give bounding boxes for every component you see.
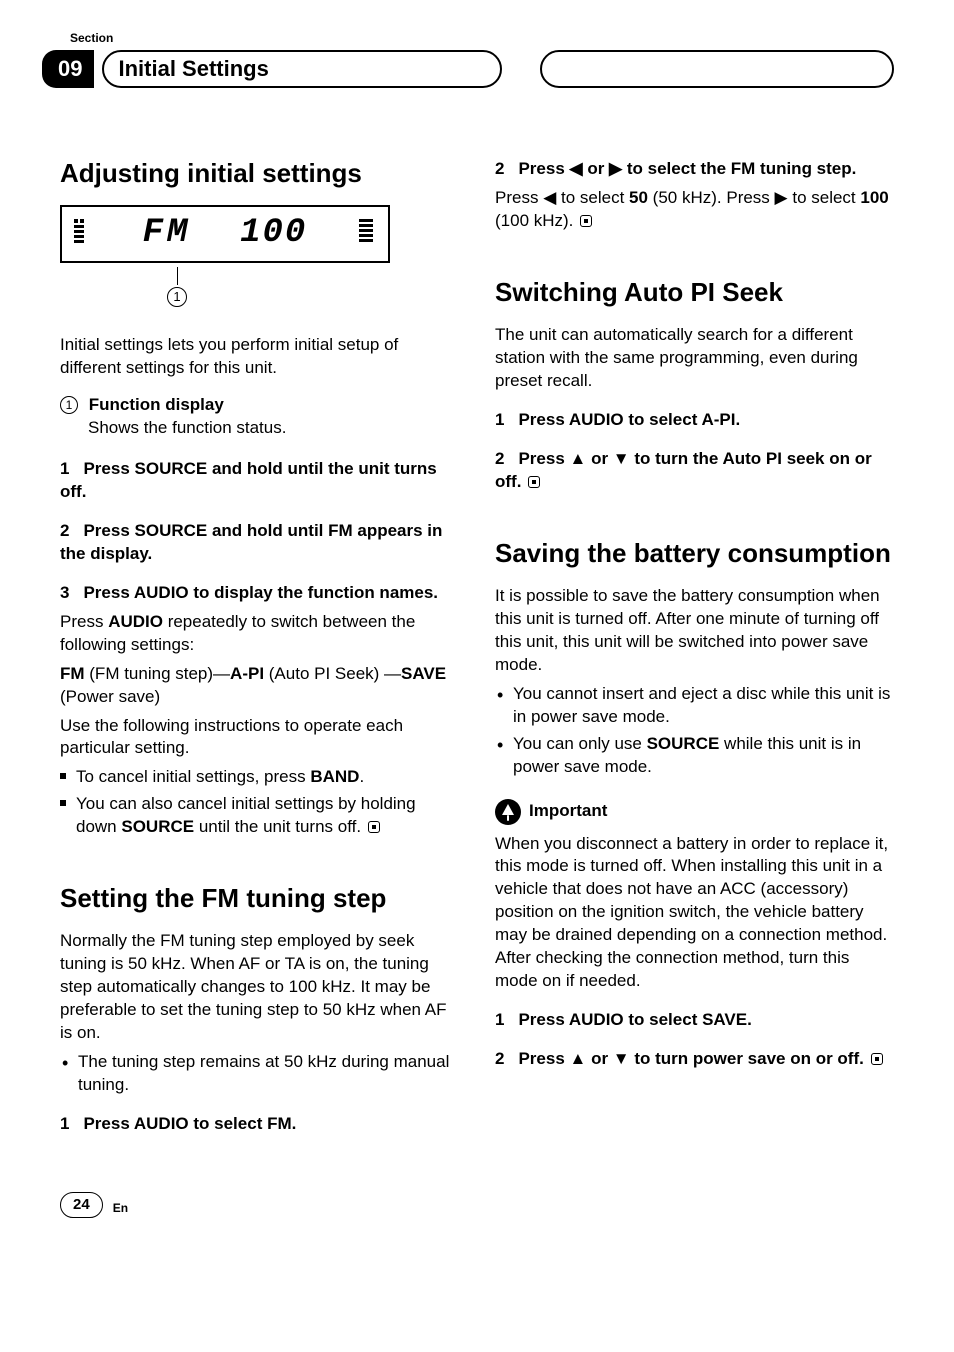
chapter-title: Initial Settings: [118, 54, 268, 84]
lcd-band-text: FM: [143, 211, 192, 257]
heading-fm-tuning: Setting the FM tuning step: [60, 883, 459, 914]
save-intro: It is possible to save the battery consu…: [495, 585, 894, 677]
fm-tuning-bullet: The tuning step remains at 50 kHz during…: [60, 1051, 459, 1097]
save-step-1: 1 Press AUDIO to select SAVE.: [495, 1009, 894, 1032]
settings-line: FM (FM tuning step)—A-PI (Auto PI Seek) …: [60, 663, 459, 709]
heading-saving-battery: Saving the battery consumption: [495, 538, 894, 569]
intro-paragraph: Initial settings lets you perform initia…: [60, 334, 459, 380]
save-bullet-1: You cannot insert and eject a disc while…: [495, 683, 894, 729]
save-step-1-title: Press AUDIO to select SAVE.: [518, 1010, 751, 1029]
lcd-display: FM 100: [60, 205, 390, 263]
autopi-step-1-number: 1: [495, 410, 504, 429]
step-2-title: Press SOURCE and hold until FM appears i…: [60, 521, 442, 563]
autopi-step-2-number: 2: [495, 449, 504, 468]
fm-step-1-number: 1: [60, 1114, 69, 1133]
down-arrow-icon: ▼: [613, 1049, 630, 1068]
page: Section 09 Initial Settings Adjusting in…: [0, 0, 954, 1258]
step-3-number: 3: [60, 583, 69, 602]
fm-step-1-title: Press AUDIO to select FM.: [83, 1114, 296, 1133]
function-display-item: 1 Function display Shows the function st…: [60, 394, 459, 440]
step-3-body1: Press AUDIO repeatedly to switch between…: [60, 611, 459, 657]
step-1: 1Press SOURCE and hold until the unit tu…: [60, 458, 459, 504]
fm-step-2-title: Press ◀ or ▶ to select the FM tuning ste…: [518, 159, 856, 178]
function-display-body: Shows the function status.: [88, 417, 459, 440]
left-arrow-icon: ◀: [570, 159, 583, 178]
page-footer: 24 En: [60, 1192, 894, 1218]
lcd-value-text: 100: [240, 211, 307, 257]
section-label: Section: [70, 30, 894, 46]
save-step-2-number: 2: [495, 1049, 504, 1068]
note-cancel-band: To cancel initial settings, press BAND.: [60, 766, 459, 789]
fm-step-1: 1 Press AUDIO to select FM.: [60, 1113, 459, 1136]
heading-adjusting: Adjusting initial settings: [60, 158, 459, 189]
right-arrow-icon: ▶: [775, 188, 788, 207]
language-label: En: [113, 1200, 128, 1216]
page-number-badge: 24: [60, 1192, 103, 1218]
section-end-icon: [871, 1053, 883, 1065]
up-arrow-icon: ▲: [570, 1049, 587, 1068]
heading-auto-pi: Switching Auto PI Seek: [495, 277, 894, 308]
fm-step-2-number: 2: [495, 159, 504, 178]
chapter-header: 09 Initial Settings: [60, 50, 894, 88]
important-icon: [495, 799, 521, 825]
step-2-number: 2: [60, 521, 69, 540]
fm-step-2: 2 Press ◀ or ▶ to select the FM tuning st…: [495, 158, 894, 181]
function-display-title: Function display: [89, 395, 224, 414]
callout-number: 1: [167, 287, 187, 307]
left-column: Adjusting initial settings FM 100 1: [60, 158, 459, 1142]
save-step-2-title: Press ▲ or ▼ to turn power save on or of…: [518, 1049, 863, 1068]
auto-pi-intro: The unit can automatically search for a …: [495, 324, 894, 393]
autopi-step-2: 2Press ▲ or ▼ to turn the Auto PI seek o…: [495, 448, 894, 494]
lcd-figure: FM 100 1: [60, 205, 459, 308]
down-arrow-icon: ▼: [613, 449, 630, 468]
step-1-number: 1: [60, 459, 69, 478]
autopi-step-1-title: Press AUDIO to select A-PI.: [518, 410, 740, 429]
content-columns: Adjusting initial settings FM 100 1: [60, 158, 894, 1142]
step-1-title: Press SOURCE and hold until the unit tur…: [60, 459, 437, 501]
important-body: When you disconnect a battery in order t…: [495, 833, 894, 994]
right-column: 2 Press ◀ or ▶ to select the FM tuning st…: [495, 158, 894, 1142]
step-3-body2: Use the following instructions to operat…: [60, 715, 459, 761]
lcd-callout: 1: [60, 267, 390, 308]
save-step-2: 2 Press ▲ or ▼ to turn power save on or o…: [495, 1048, 894, 1071]
note-cancel-source: You can also cancel initial settings by …: [60, 793, 459, 839]
important-heading: Important: [495, 799, 894, 825]
section-end-icon: [368, 821, 380, 833]
step-3-title: Press AUDIO to display the function name…: [83, 583, 438, 602]
up-arrow-icon: ▲: [570, 449, 587, 468]
chapter-number-badge: 09: [42, 50, 94, 88]
callout-line: [177, 267, 178, 285]
fm-tuning-intro: Normally the FM tuning step employed by …: [60, 930, 459, 1045]
important-label: Important: [529, 800, 607, 823]
save-bullet-2: You can only use SOURCE while this unit …: [495, 733, 894, 779]
chapter-title-pill: Initial Settings: [102, 50, 502, 88]
autopi-step-1: 1 Press AUDIO to select A-PI.: [495, 409, 894, 432]
function-callout-num: 1: [60, 396, 78, 414]
step-2: 2Press SOURCE and hold until FM appears …: [60, 520, 459, 566]
lcd-left-icon: [72, 217, 94, 252]
fm-step-2-body: Press ◀ to select 50 (50 kHz). Press ▶ t…: [495, 187, 894, 233]
left-arrow-icon: ◀: [543, 188, 556, 207]
save-step-1-number: 1: [495, 1010, 504, 1029]
lcd-right-icon: [356, 217, 378, 252]
step-3: 3 Press AUDIO to display the function nam…: [60, 582, 459, 605]
header-empty-pill: [540, 50, 894, 88]
right-arrow-icon: ▶: [609, 159, 622, 178]
section-end-icon: [528, 476, 540, 488]
autopi-step-2-title: Press ▲ or ▼ to turn the Auto PI seek on…: [495, 449, 872, 491]
section-end-icon: [580, 215, 592, 227]
